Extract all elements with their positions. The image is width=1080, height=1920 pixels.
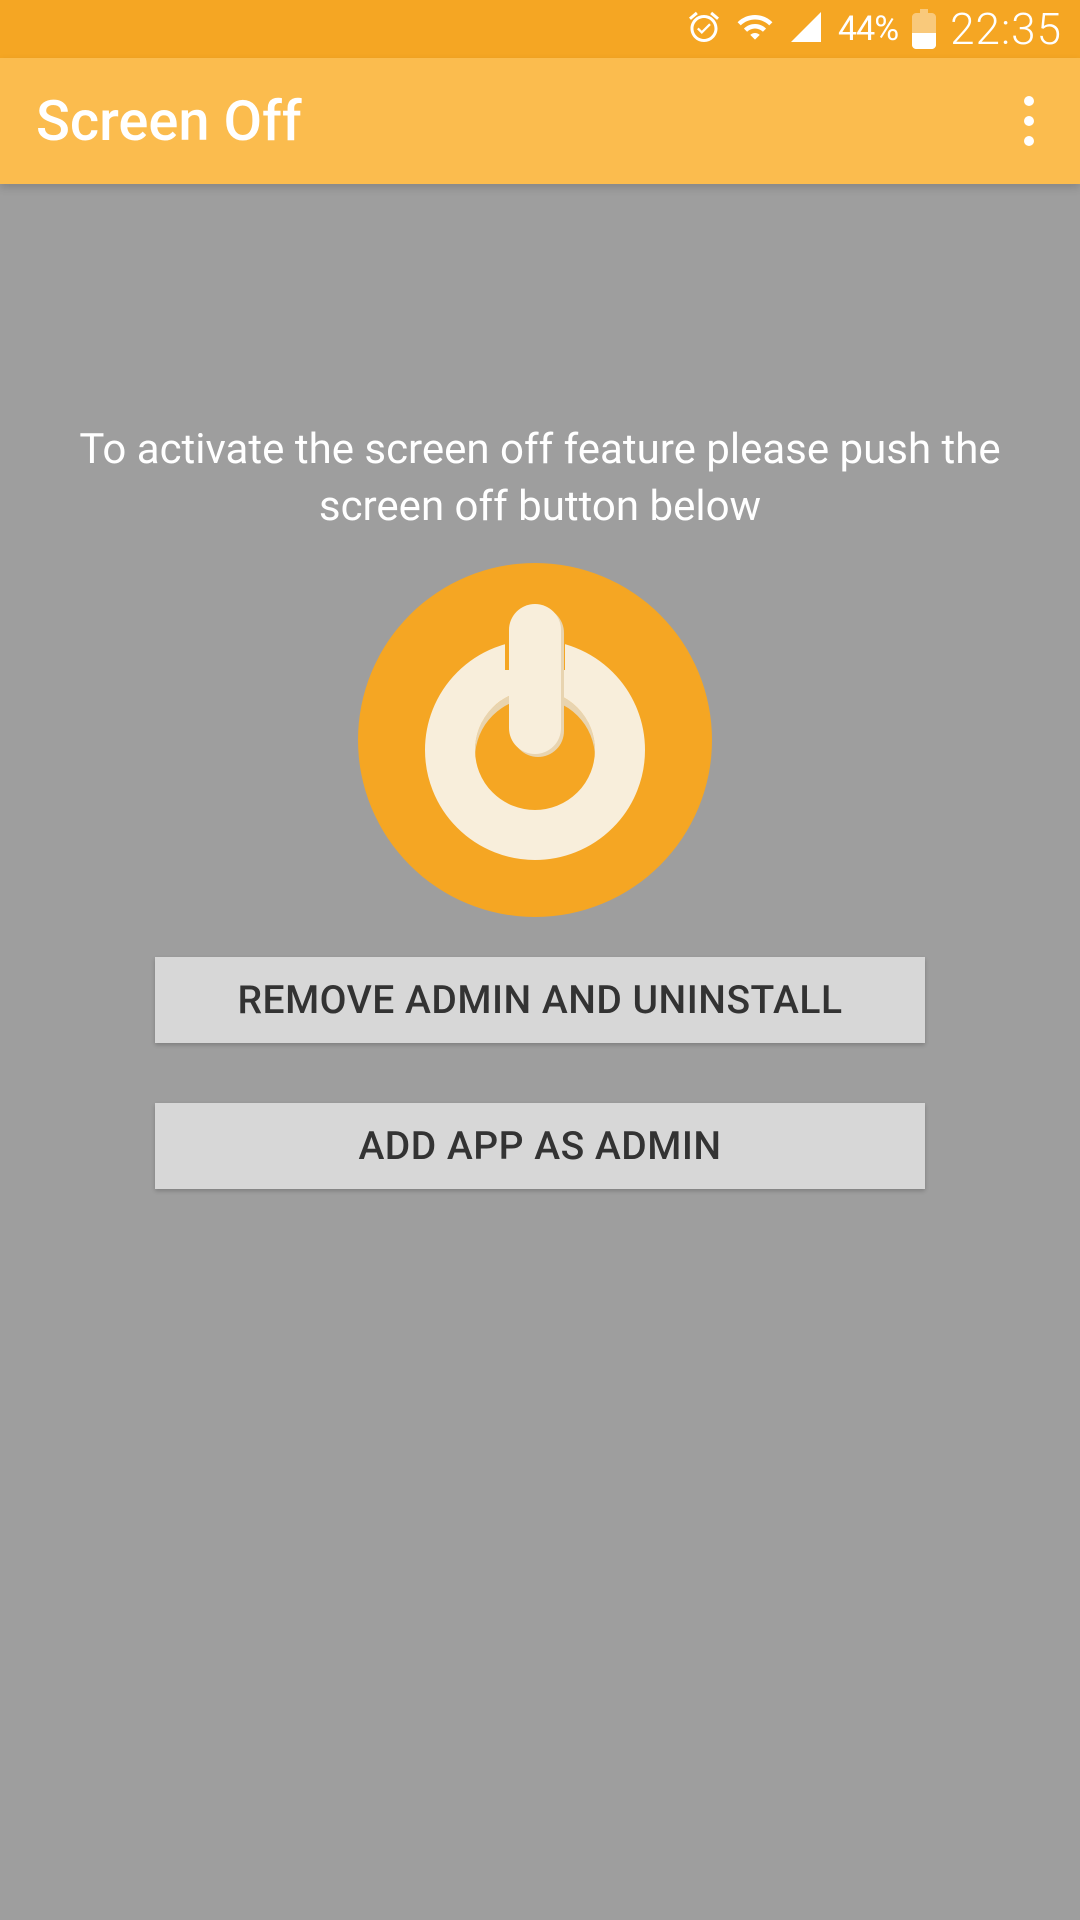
power-icon	[425, 620, 645, 860]
status-bar: 44% 22:35	[0, 0, 1080, 58]
overflow-menu-icon[interactable]	[1014, 86, 1044, 156]
add-admin-button[interactable]: ADD APP AS ADMIN	[155, 1103, 925, 1189]
signal-icon	[788, 9, 824, 49]
app-bar: Screen Off	[0, 58, 1080, 184]
clock: 22:35	[950, 3, 1062, 55]
wifi-icon	[736, 8, 774, 50]
remove-admin-button[interactable]: REMOVE ADMIN AND UNINSTALL	[155, 957, 925, 1043]
battery-percent: 44%	[838, 9, 898, 49]
battery-icon	[912, 9, 936, 49]
alarm-icon	[686, 9, 722, 49]
power-button[interactable]	[358, 563, 712, 917]
instruction-text: To activate the screen off feature pleas…	[40, 422, 1040, 535]
main-content: To activate the screen off feature pleas…	[0, 184, 1080, 1189]
app-title: Screen Off	[36, 88, 302, 154]
